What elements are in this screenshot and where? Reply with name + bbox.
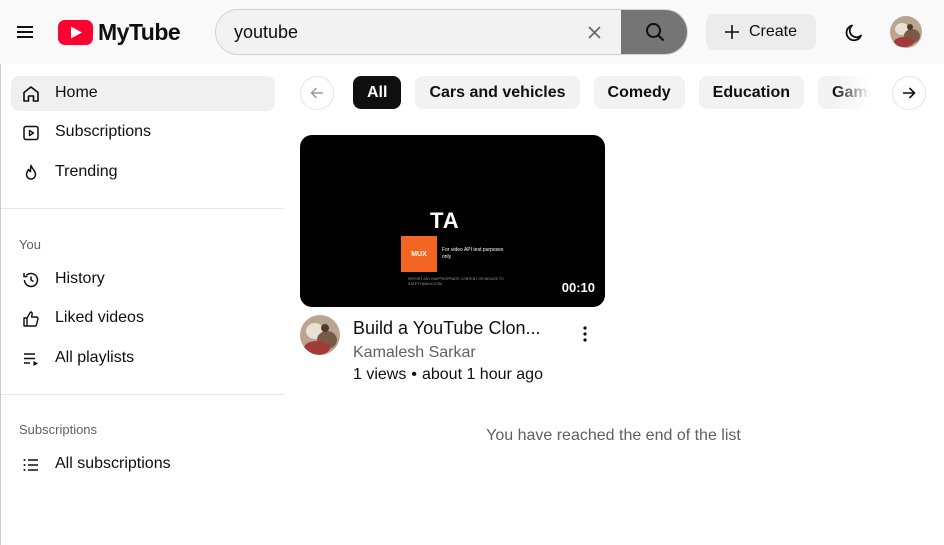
history-icon xyxy=(23,272,39,288)
play-logo-icon xyxy=(58,19,93,45)
chip-comedy[interactable]: Comedy xyxy=(593,76,685,109)
thumbnail-note: For video API test purposes only xyxy=(442,247,504,260)
user-avatar[interactable] xyxy=(890,16,922,48)
mux-logo-text: MUX xyxy=(411,250,427,258)
channel-name[interactable]: Kamalesh Sarkar xyxy=(353,344,476,362)
hamburger-menu-icon xyxy=(17,26,33,38)
view-count: 1 views xyxy=(353,366,407,383)
sidebar-item-label: All playlists xyxy=(55,349,135,366)
theme-toggle-button[interactable] xyxy=(840,19,868,47)
more-vertical-icon xyxy=(583,326,587,342)
search-icon xyxy=(645,23,664,42)
sidebar-item-label: Home xyxy=(55,84,98,101)
video-more-options-button[interactable] xyxy=(575,322,595,346)
sidebar-section-you-title: You xyxy=(19,237,41,252)
search-bar xyxy=(215,9,688,55)
search-input[interactable] xyxy=(216,10,576,54)
mux-logo: MUX xyxy=(401,236,437,272)
video-title[interactable]: Build a YouTube Clon... xyxy=(353,318,553,339)
video-meta: 1 views • about 1 hour ago xyxy=(353,366,543,384)
sidebar-item-all-playlists[interactable]: All playlists xyxy=(11,341,275,376)
sidebar-item-label: History xyxy=(55,270,105,287)
video-thumbnail[interactable]: TA MUX For video API test purposes only … xyxy=(300,135,605,307)
sidebar-item-label: Trending xyxy=(55,163,118,180)
list-icon xyxy=(23,459,38,471)
arrow-left-icon xyxy=(310,87,323,99)
sidebar-section-subscriptions-title: Subscriptions xyxy=(19,422,98,437)
sidebar-item-history[interactable]: History xyxy=(11,262,275,297)
sidebar-item-liked-videos[interactable]: Liked videos xyxy=(11,301,275,336)
category-chips: All Cars and vehicles Comedy Education G… xyxy=(353,76,874,109)
sidebar-item-all-subscriptions[interactable]: All subscriptions xyxy=(11,447,275,482)
arrow-right-icon xyxy=(903,87,916,99)
sidebar-item-label: Liked videos xyxy=(55,309,144,326)
sidebar-divider xyxy=(1,208,284,209)
brand-name: MyTube xyxy=(98,18,181,45)
subscriptions-icon xyxy=(23,125,39,141)
top-header: MyTube Create xyxy=(0,0,944,64)
sidebar: Home Subscriptions Trending You History … xyxy=(0,64,285,545)
sidebar-divider xyxy=(1,394,284,395)
create-button[interactable]: Create xyxy=(706,14,816,50)
channel-avatar[interactable] xyxy=(300,315,340,355)
video-duration: 00:10 xyxy=(561,280,595,295)
playlist-icon xyxy=(24,353,38,366)
sidebar-item-label: Subscriptions xyxy=(55,123,152,140)
meta-separator: • xyxy=(411,366,417,383)
chips-fade-overlay xyxy=(834,76,874,109)
thumbnail-headline: TA xyxy=(430,208,460,233)
plus-icon xyxy=(724,25,739,39)
end-of-list-message: You have reached the end of the list xyxy=(486,427,741,444)
thumbs-up-icon xyxy=(23,311,39,327)
chip-all[interactable]: All xyxy=(353,76,402,109)
clear-search-button[interactable] xyxy=(583,21,605,43)
brand-logo[interactable]: MyTube xyxy=(58,18,181,46)
chips-scroll-left-button[interactable] xyxy=(300,76,334,110)
home-icon xyxy=(23,86,39,102)
chip-education[interactable]: Education xyxy=(698,76,804,109)
sidebar-item-home[interactable]: Home xyxy=(11,76,275,111)
moon-icon xyxy=(845,24,862,42)
close-icon xyxy=(587,25,601,39)
sidebar-item-label: All subscriptions xyxy=(55,455,171,472)
sidebar-item-trending[interactable]: Trending xyxy=(11,155,275,190)
upload-age: about 1 hour ago xyxy=(421,366,543,383)
create-button-label: Create xyxy=(748,23,798,40)
chips-scroll-right-button[interactable] xyxy=(892,76,926,110)
avatar-image xyxy=(890,16,922,48)
flame-icon xyxy=(25,164,37,180)
sidebar-item-subscriptions[interactable]: Subscriptions xyxy=(11,115,275,150)
menu-button[interactable] xyxy=(10,17,40,47)
search-button[interactable] xyxy=(621,10,687,54)
chip-cars-and-vehicles[interactable]: Cars and vehicles xyxy=(415,76,580,109)
avatar-image xyxy=(300,315,340,355)
thumbnail-fine-print: REPORT ANY INAPPROPRIATE CONTENT OR MISU… xyxy=(408,277,504,286)
